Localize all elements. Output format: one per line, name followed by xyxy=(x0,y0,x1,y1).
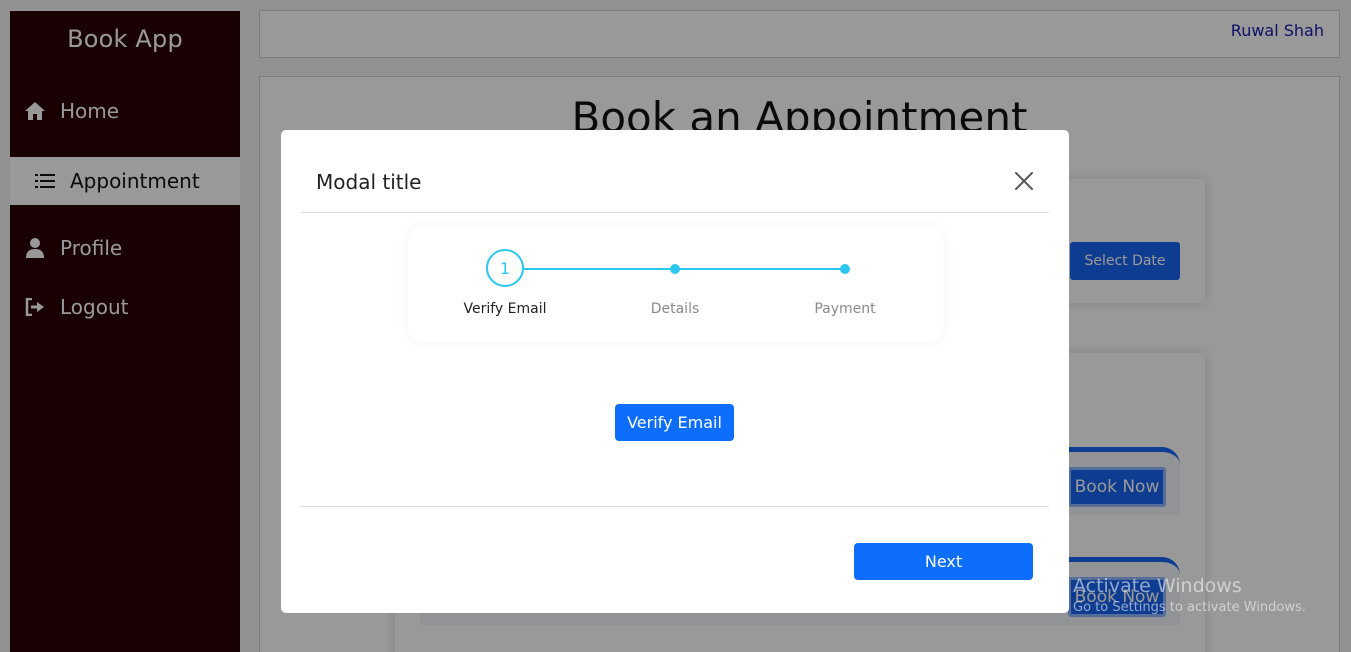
verify-email-button[interactable]: Verify Email xyxy=(615,404,734,441)
booking-modal: Modal title 1 Verify Email Details Payme… xyxy=(281,130,1069,613)
stepper xyxy=(408,227,943,342)
modal-header-divider xyxy=(301,212,1049,213)
step-1-indicator: 1 xyxy=(486,249,524,287)
close-icon[interactable] xyxy=(1013,170,1035,192)
watermark-subtitle: Go to Settings to activate Windows. xyxy=(1073,600,1306,615)
next-button[interactable]: Next xyxy=(854,543,1033,580)
windows-activation-watermark: Activate Windows Go to Settings to activ… xyxy=(1073,575,1306,615)
step-2-indicator xyxy=(670,264,680,274)
modal-footer-divider xyxy=(301,506,1049,507)
step-connector xyxy=(675,268,845,270)
step-label-payment: Payment xyxy=(814,301,876,317)
step-label-verify-email: Verify Email xyxy=(463,301,547,317)
watermark-title: Activate Windows xyxy=(1073,575,1242,597)
step-label-details: Details xyxy=(650,301,700,317)
step-3-indicator xyxy=(840,264,850,274)
modal-title: Modal title xyxy=(316,170,422,194)
step-connector xyxy=(505,268,675,270)
